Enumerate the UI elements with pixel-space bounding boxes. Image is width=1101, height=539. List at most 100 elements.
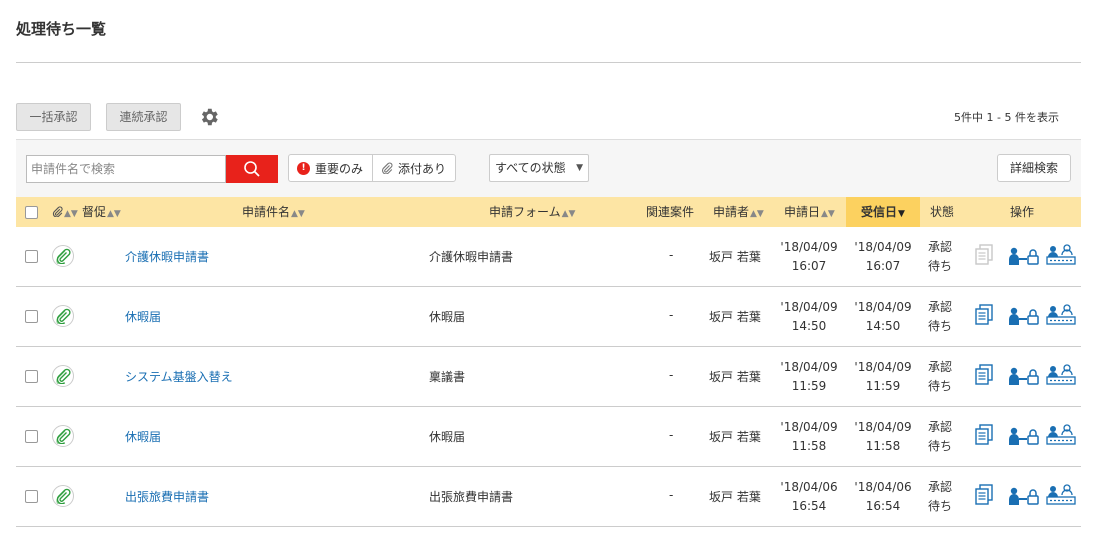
applicant-name: 坂戸 若葉 — [709, 430, 761, 444]
table-row[interactable]: 休暇届 休暇届 - 坂戸 若葉 '18/04/09 14:50 '18/04/09 14:50… — [16, 287, 1081, 347]
approve-key-icon[interactable] — [1008, 486, 1040, 510]
status-text: 承認 待ち — [928, 418, 952, 456]
advanced-search-button[interactable]: 詳細検索 — [997, 154, 1071, 182]
document-copy-icon[interactable] — [974, 364, 994, 390]
received-time: 11:59 — [865, 379, 901, 393]
actions-column-header: 操作 — [1010, 197, 1034, 227]
status-line-2: 待ち — [928, 439, 953, 453]
row-checkbox[interactable] — [25, 370, 38, 383]
group-approve-icon[interactable] — [1046, 364, 1076, 390]
document-copy-icon[interactable] — [974, 484, 994, 510]
received-datetime: '18/04/09 11:59 — [850, 358, 916, 396]
status-line-2: 待ち — [928, 319, 953, 333]
table-header: ▲▼ 督促▲▼ 申請件名▲▼ 申請フォーム▲▼ 関連案件 申請者▲▼ 申請日▲▼… — [16, 197, 1081, 227]
has-attachment-label: 添付あり — [398, 161, 447, 176]
row-checkbox[interactable] — [25, 490, 38, 503]
paperclip-icon — [52, 206, 63, 218]
apply-datetime: '18/04/09 16:07 — [776, 238, 842, 276]
paperclip-icon — [56, 488, 71, 504]
received-date-header-label: 受信日 — [861, 205, 898, 219]
group-approve-icon[interactable] — [1046, 484, 1076, 510]
attachment-indicator — [52, 425, 74, 447]
subject-column-header[interactable]: 申請件名▲▼ — [242, 197, 305, 227]
paperclip-icon — [56, 248, 71, 264]
title-divider — [16, 62, 1081, 63]
paperclip-icon — [56, 428, 71, 444]
subject-link[interactable]: 出張旅費申請書 — [125, 488, 209, 505]
received-date: '18/04/09 — [854, 300, 912, 314]
approve-key-icon[interactable] — [1008, 246, 1040, 270]
important-only-filter[interactable]: ! 重要のみ — [289, 155, 372, 181]
sort-icon: ▲▼ — [291, 209, 305, 219]
group-approve-icon[interactable] — [1046, 424, 1076, 450]
sort-icon: ▲▼ — [561, 209, 576, 219]
select-all-checkbox[interactable] — [25, 206, 38, 219]
table-row[interactable]: システム基盤入替え 稟議書 - 坂戸 若葉 '18/04/09 11:59'18/04/0… — [16, 347, 1081, 407]
applicant-name: 坂戸 若葉 — [709, 310, 761, 324]
subject-link[interactable]: 休暇届 — [125, 308, 161, 325]
subject-link[interactable]: システム基盤入替え — [125, 368, 233, 385]
related-case: - — [669, 488, 674, 502]
approve-key-icon[interactable] — [1008, 366, 1040, 390]
apply-datetime: '18/04/09 14:50 — [776, 298, 842, 336]
reminder-column-header[interactable]: 督促▲▼ — [82, 197, 121, 227]
form-name: 休暇届 — [429, 310, 466, 324]
table-row[interactable]: 休暇届 休暇届 - 坂戸 若葉 '18/04/09 11:58 '18/04/09 11:58… — [16, 407, 1081, 467]
apply-time: 16:07 — [791, 259, 827, 273]
received-datetime: '18/04/09 14:50 — [850, 298, 916, 336]
gear-icon[interactable] — [198, 106, 220, 128]
related-case: - — [669, 368, 674, 382]
received-date-column-header[interactable]: 受信日▼ — [846, 197, 920, 227]
table-row[interactable]: 介護休暇申請書 介護休暇申請書 - 坂戸 若葉 '18/04/09 16:07'18/04… — [16, 227, 1081, 287]
search-button[interactable] — [226, 155, 278, 183]
paperclip-icon — [382, 162, 393, 174]
group-approve-icon[interactable] — [1046, 244, 1076, 270]
caret-down-icon: ▼ — [576, 163, 583, 173]
apply-time: 16:54 — [791, 499, 827, 513]
document-copy-icon[interactable] — [974, 304, 994, 330]
document-copy-icon — [974, 244, 994, 270]
apply-date-column-header[interactable]: 申請日▲▼ — [784, 197, 835, 227]
approve-key-icon[interactable] — [1008, 306, 1040, 330]
apply-datetime: '18/04/09 11:59 — [776, 358, 842, 396]
document-copy-icon[interactable] — [974, 424, 994, 450]
subject-link[interactable]: 介護休暇申請書 — [125, 248, 209, 265]
has-attachment-filter[interactable]: 添付あり — [372, 155, 455, 181]
sort-icon: ▲▼ — [107, 209, 121, 219]
received-datetime: '18/04/09 11:58 — [850, 418, 916, 456]
status-line-1: 承認 — [928, 420, 953, 434]
group-approve-icon[interactable] — [1046, 304, 1076, 330]
apply-date: '18/04/09 — [780, 300, 838, 314]
continuous-approve-button[interactable]: 連続承認 — [106, 103, 181, 131]
form-column-header[interactable]: 申請フォーム▲▼ — [489, 197, 575, 227]
attachment-indicator — [52, 245, 74, 267]
related-case: - — [669, 428, 674, 442]
row-checkbox[interactable] — [25, 250, 38, 263]
subject-link[interactable]: 休暇届 — [125, 428, 161, 445]
applicant-column-header[interactable]: 申請者▲▼ — [713, 197, 764, 227]
exclamation-icon: ! — [297, 161, 310, 175]
applicant-header-label: 申請者 — [713, 205, 750, 219]
status-text: 承認 待ち — [928, 358, 952, 396]
quick-filter-group: ! 重要のみ 添付あり — [288, 154, 457, 182]
status-text: 承認 待ち — [928, 478, 952, 516]
sort-icon: ▲▼ — [821, 209, 835, 219]
row-checkbox[interactable] — [25, 310, 38, 323]
apply-date: '18/04/09 — [780, 240, 838, 254]
attachment-column-header[interactable]: ▲▼ — [52, 197, 78, 227]
received-time: 14:50 — [865, 319, 901, 333]
sort-icon: ▲▼ — [750, 209, 764, 219]
search-input[interactable] — [26, 155, 226, 183]
table-row[interactable]: 出張旅費申請書 出張旅費申請書 - 坂戸 若葉 '18/04/06 16:54'18/04… — [16, 467, 1081, 527]
bulk-approve-button[interactable]: 一括承認 — [16, 103, 91, 131]
apply-date: '18/04/09 — [780, 360, 838, 374]
row-checkbox[interactable] — [25, 430, 38, 443]
approve-key-icon[interactable] — [1008, 426, 1040, 450]
status-select[interactable]: すべての状態 ▼ — [489, 154, 589, 182]
form-name: 稟議書 — [429, 370, 466, 384]
reminder-header-label: 督促 — [82, 205, 107, 219]
form-name: 介護休暇申請書 — [429, 250, 514, 264]
apply-date: '18/04/09 — [780, 420, 838, 434]
status-line-2: 待ち — [928, 259, 953, 273]
related-case: - — [669, 308, 674, 322]
